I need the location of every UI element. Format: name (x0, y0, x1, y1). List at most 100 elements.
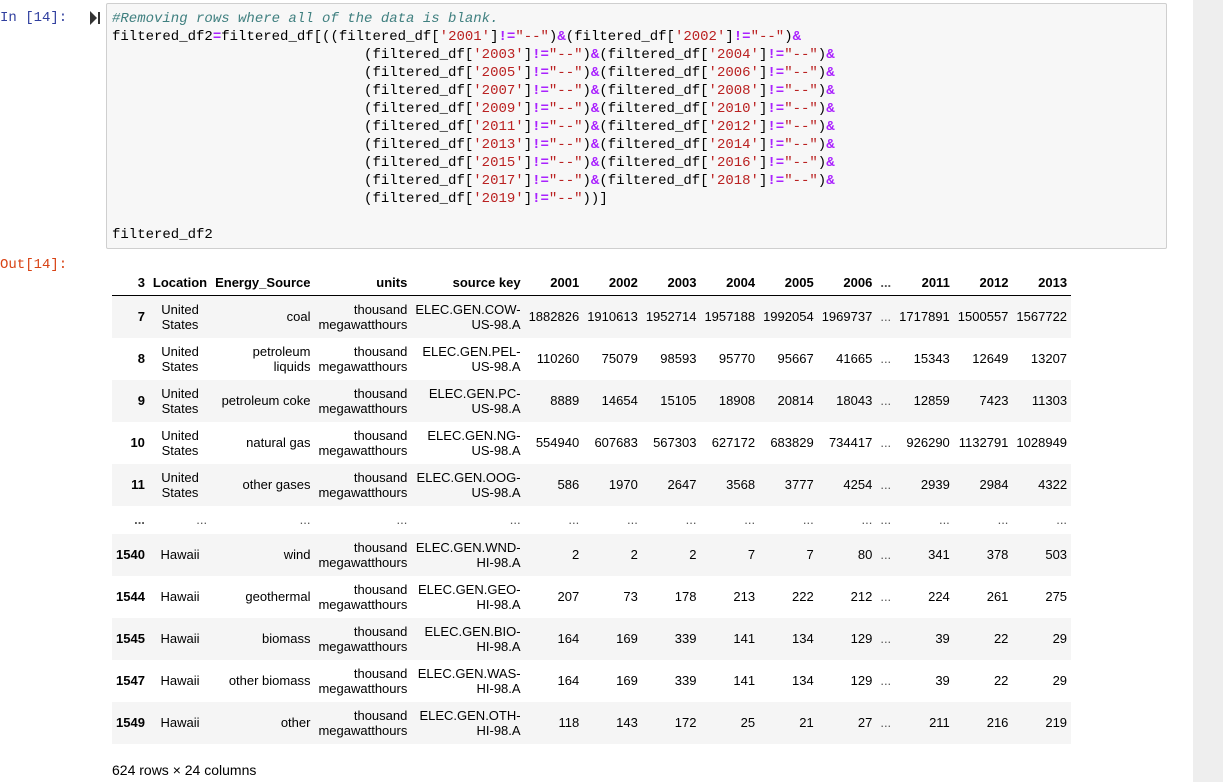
cell-value: 8889 (550, 393, 580, 408)
cell-value: 1717891 (899, 309, 950, 325)
cell-value: 39 (935, 631, 950, 646)
cell-source-key: ELEC.GEN.WND- HI-98.A (415, 539, 521, 570)
cell-value: 164 (557, 631, 580, 646)
table-row: 11 United States other gases thousand megawat… (112, 463, 1072, 506)
cell-value: 207 (557, 589, 580, 604)
ellipsis-cell: ... (880, 477, 892, 492)
code-token: ) (582, 65, 591, 81)
code-token: (filtered_df[ (364, 173, 474, 189)
cell-units: thousand megawatthours (318, 581, 408, 612)
code-string: "--" (750, 29, 785, 45)
row-index: 8 (137, 351, 145, 366)
cell-energy-source: other biomass (228, 673, 311, 688)
cell-value: 169 (616, 673, 638, 688)
ellipsis-cell: ... (509, 512, 521, 527)
cell-value: 683829 (770, 435, 814, 450)
ellipsis-cell: ... (196, 512, 208, 527)
code-token: ) (817, 101, 827, 117)
cell-location: Hawaii (160, 631, 200, 646)
cell-value: 75079 (601, 351, 638, 366)
code-string: "--" (784, 83, 818, 99)
ellipsis-cell: ... (880, 435, 892, 450)
row-index: 10 (130, 435, 145, 450)
cell-energy-source: other (280, 715, 311, 730)
row-index: 1547 (116, 673, 145, 688)
code-token: )] (590, 191, 608, 207)
cell-location: United States (161, 427, 199, 458)
scrollbar-gutter[interactable] (1193, 0, 1223, 782)
code-operator: != (767, 173, 785, 189)
ellipsis-cell: ... (880, 547, 892, 562)
cell-value: 143 (616, 715, 638, 730)
code-token: ) (582, 155, 591, 171)
code-string: '2009' (473, 101, 524, 117)
cell-units: thousand megawatthours (318, 469, 408, 500)
code-cell[interactable]: #Removing rows where all of the data is … (106, 3, 1167, 249)
ellipsis-cell: ... (685, 512, 697, 527)
code-token: ] (523, 119, 533, 135)
code-token: (filtered_df[ (599, 119, 709, 135)
cell-value: 212 (850, 589, 873, 604)
code-token: ] (523, 83, 533, 99)
cell-source-key: ELEC.GEN.PC- US-98.A (428, 385, 521, 416)
cell-value: 7423 (979, 393, 1009, 408)
code-token: ] (523, 65, 533, 81)
cell-location: Hawaii (160, 673, 200, 688)
code-token: ) (817, 65, 827, 81)
table-row: 1544 Hawaii geothermal thousand megawatthour… (112, 576, 1071, 618)
cell-value: 2647 (667, 477, 697, 492)
table-row: 1547 Hawaii other biomass thousand megawatth… (112, 660, 1071, 702)
cell-value: 1500557 (957, 309, 1009, 325)
cell-value: 12859 (913, 393, 950, 408)
code-operator: != (767, 47, 785, 63)
cell-location: Hawaii (160, 715, 200, 730)
code-token: (filtered_df[ (364, 119, 474, 135)
cell-value: 15105 (660, 393, 697, 408)
row-index: 9 (137, 393, 145, 408)
cell-source-key: ELEC.GEN.BIO- HI-98.A (424, 623, 521, 654)
cell-value: 118 (558, 715, 580, 730)
cell-source-key: ELEC.GEN.COW- US-98.A (415, 301, 521, 332)
cell-value: 178 (674, 589, 697, 604)
ellipsis-cell: ... (880, 309, 892, 325)
cell-units: thousand megawatthours (318, 385, 408, 416)
cell-value: 1992054 (763, 309, 814, 325)
run-cell-icon[interactable] (90, 11, 100, 25)
code-token: ) (817, 119, 827, 135)
code-string: "--" (515, 29, 549, 45)
code-operator: & (792, 29, 802, 45)
cell-value: 1910613 (587, 309, 638, 325)
column-header-2003: 2003 (641, 269, 701, 296)
code-string: "--" (548, 137, 583, 153)
row-index: 11 (131, 477, 145, 492)
cell-value: 141 (733, 631, 756, 646)
cell-value: 141 (733, 673, 756, 688)
code-operator: & (826, 173, 835, 189)
cell-value: 29 (1052, 673, 1068, 688)
code-string: "--" (784, 119, 818, 135)
cell-value: 80 (857, 547, 873, 562)
code-string: '2005' (473, 65, 524, 81)
cell-energy-source: coal (286, 309, 311, 325)
row-index: 1544 (116, 589, 145, 604)
code-string: "--" (784, 47, 818, 63)
column-header-source-key: source key (411, 269, 525, 296)
code-token: filtered_df2 (112, 227, 213, 243)
code-token: ) (582, 191, 591, 207)
cell-location: United States (161, 385, 199, 416)
ellipsis-cell: ... (880, 589, 892, 604)
cell-value: 1970 (608, 477, 638, 492)
dataframe-shape-summary: 624 rows × 24 columns (112, 762, 257, 778)
table-row: ........................................… (112, 506, 1071, 534)
cell-value: 7 (806, 547, 814, 562)
cell-energy-source: natural gas (246, 435, 311, 450)
code-editor[interactable]: #Removing rows where all of the data is … (112, 10, 835, 244)
code-string: '2018' (708, 173, 759, 189)
code-operator: != (532, 65, 549, 81)
code-token: ) (817, 47, 827, 63)
code-operator: != (532, 155, 549, 171)
code-string: "--" (548, 101, 583, 117)
ellipsis-cell: ... (880, 673, 892, 688)
cell-value: 1882826 (528, 309, 580, 325)
cell-value: 2 (689, 547, 697, 562)
